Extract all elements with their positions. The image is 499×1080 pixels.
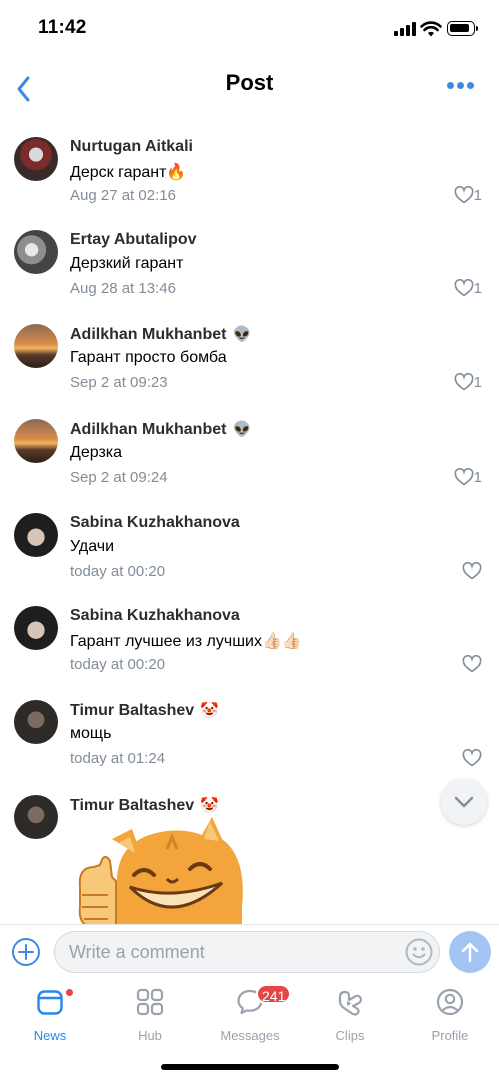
- author-emoji: 👽: [232, 421, 252, 438]
- comments-list: Nurtugan Aitkali Дерск гарант🔥 Aug 27 at…: [0, 112, 499, 924]
- heart-icon: [462, 749, 482, 767]
- messages-unread-badge: 241: [256, 984, 292, 1004]
- comment-item: Adilkhan Mukhanbet 👽 Гарант просто бомба …: [0, 299, 499, 392]
- notification-dot: [64, 987, 75, 998]
- tab-hub[interactable]: Hub: [105, 986, 195, 1043]
- arrow-up-icon: [461, 942, 479, 963]
- tab-label: Hub: [138, 1028, 162, 1043]
- like-count: 1: [473, 373, 482, 391]
- comment-date: today at 00:20: [70, 563, 166, 580]
- battery-icon: [447, 21, 478, 36]
- comment-author[interactable]: Sabina Kuzhakhanova: [70, 607, 240, 625]
- like-count: 1: [473, 186, 482, 204]
- status-bar: 11:42: [0, 0, 499, 60]
- like-button[interactable]: 1: [454, 185, 482, 205]
- home-indicator: [161, 1064, 339, 1070]
- nav-bar: Post: [0, 60, 499, 112]
- heart-icon: [454, 279, 474, 297]
- heart-icon: [462, 562, 482, 580]
- more-options-icon[interactable]: [445, 74, 479, 98]
- author-emoji: 👽: [232, 326, 252, 343]
- avatar[interactable]: [14, 324, 58, 368]
- comment-text: Дерск гарант🔥: [70, 164, 187, 181]
- tab-label: News: [33, 1028, 67, 1043]
- avatar[interactable]: [14, 137, 58, 181]
- comment-text: Дерзкий гарант: [70, 255, 184, 272]
- heart-icon: [454, 373, 474, 391]
- tab-profile[interactable]: Profile: [405, 986, 495, 1043]
- emoji-icon[interactable]: [404, 937, 434, 967]
- add-attachment-icon[interactable]: [11, 937, 41, 967]
- author-emoji: 🤡: [200, 797, 219, 814]
- comment-item: Sabina Kuzhakhanova Удачи today at 00:20: [0, 488, 499, 581]
- tab-label: Clips: [335, 1028, 365, 1043]
- like-button[interactable]: 1: [454, 278, 482, 298]
- comment-item: Nurtugan Aitkali Дерск гарант🔥 Aug 27 at…: [0, 112, 499, 205]
- comment-text: Гарант просто бомба: [70, 349, 227, 366]
- tab-clips[interactable]: Clips: [305, 986, 395, 1043]
- tab-label: Messages: [220, 1028, 280, 1043]
- avatar[interactable]: [14, 419, 58, 463]
- comment-text: Дерзка: [70, 444, 123, 461]
- comment-date: Sep 2 at 09:24: [70, 469, 168, 486]
- avatar[interactable]: [14, 513, 58, 557]
- comment-text: мощь: [70, 725, 112, 742]
- comment-date: Aug 27 at 02:16: [70, 187, 176, 204]
- like-button[interactable]: [462, 748, 482, 768]
- cat-thumbs-up-sticker: [78, 817, 243, 924]
- cellular-signal-icon: [394, 22, 416, 36]
- comment-author[interactable]: Sabina Kuzhakhanova: [70, 514, 240, 532]
- like-button[interactable]: 1: [454, 467, 482, 487]
- like-count: 1: [473, 279, 482, 297]
- comment-author[interactable]: Timur Baltashev 🤡: [70, 796, 219, 815]
- comment-input[interactable]: [54, 931, 440, 973]
- hub-icon: [136, 988, 164, 1016]
- comment-date: today at 00:20: [70, 656, 166, 673]
- like-button[interactable]: [462, 561, 482, 581]
- comment-text: Гарант лучшее из лучших👍🏻👍🏻: [70, 633, 302, 650]
- heart-icon: [454, 468, 474, 486]
- comment-item: Ertay Abutalipov Дерзкий гарант Aug 28 a…: [0, 205, 499, 298]
- avatar[interactable]: [14, 230, 58, 274]
- avatar[interactable]: [14, 795, 58, 839]
- like-button[interactable]: 1: [454, 372, 482, 392]
- page-title: Post: [225, 70, 274, 95]
- chevron-down-icon: [454, 796, 474, 808]
- heart-icon: [454, 186, 474, 204]
- comment-item: Adilkhan Mukhanbet 👽 Дерзка Sep 2 at 09:2…: [0, 394, 499, 487]
- tab-news[interactable]: News: [5, 986, 95, 1043]
- like-count: 1: [473, 468, 482, 486]
- avatar[interactable]: [14, 606, 58, 650]
- comment-date: Sep 2 at 09:23: [70, 374, 168, 391]
- heart-icon: [462, 655, 482, 673]
- comment-composer: [0, 924, 499, 981]
- comment-item: Sabina Kuzhakhanova Гарант лучшее из луч…: [0, 581, 499, 674]
- author-emoji: 🤡: [200, 702, 219, 719]
- tab-label: Profile: [431, 1028, 469, 1043]
- comment-item: Timur Baltashev 🤡 мощь today at 01:24: [0, 675, 499, 768]
- clips-icon: [338, 990, 363, 1016]
- news-icon: [37, 990, 63, 1015]
- like-button[interactable]: [462, 654, 482, 674]
- comment-author[interactable]: Ertay Abutalipov: [70, 231, 197, 249]
- avatar[interactable]: [14, 700, 58, 744]
- comment-date: today at 01:24: [70, 750, 166, 767]
- comment-author[interactable]: Timur Baltashev 🤡: [70, 701, 219, 720]
- comment-text: Удачи: [70, 538, 115, 555]
- status-time: 11:42: [38, 17, 87, 38]
- comment-author[interactable]: Adilkhan Mukhanbet 👽: [70, 325, 251, 344]
- profile-icon: [436, 988, 464, 1016]
- wifi-icon: [420, 21, 442, 37]
- comment-author[interactable]: Nurtugan Aitkali: [70, 138, 193, 156]
- comment-author[interactable]: Adilkhan Mukhanbet 👽: [70, 420, 251, 439]
- comment-date: Aug 28 at 13:46: [70, 280, 176, 297]
- send-button[interactable]: [449, 931, 491, 973]
- scroll-down-button[interactable]: [441, 779, 487, 825]
